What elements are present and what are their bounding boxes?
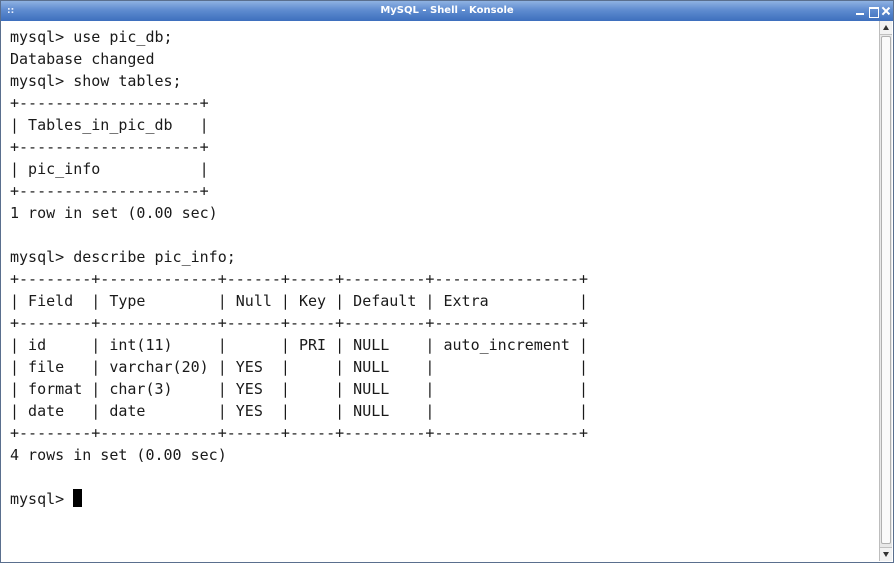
prompt-text: mysql> (10, 490, 74, 508)
close-icon[interactable] (881, 5, 891, 17)
minimize-icon[interactable] (855, 5, 865, 17)
scroll-up-arrow-icon[interactable] (880, 21, 892, 35)
vertical-scrollbar[interactable] (879, 21, 892, 561)
terminal-line: Database changed (10, 50, 155, 68)
terminal-line: mysql> show tables; (10, 72, 182, 90)
title-bar[interactable]: :: MySQL - Shell - Konsole (1, 1, 893, 21)
text-cursor (73, 489, 83, 507)
window-title: MySQL - Shell - Konsole (380, 5, 514, 16)
terminal-output[interactable]: mysql> use pic_db; Database changed mysql>… (2, 21, 879, 561)
terminal-line: | id | int(11) | | PRI | NULL | auto_inc… (10, 336, 588, 354)
terminal-line: mysql> describe pic_info; (10, 248, 236, 266)
terminal-line: | file | varchar(20) | YES | | NULL | | (10, 358, 588, 376)
terminal-line: +--------+-------------+------+-----+---… (10, 424, 588, 442)
terminal-line: +--------------------+ (10, 182, 209, 200)
maximize-icon[interactable] (868, 5, 879, 18)
terminal-line: | Field | Type | Null | Key | Default | … (10, 292, 588, 310)
window-menu-icon[interactable]: :: (7, 1, 14, 21)
window-controls (855, 3, 891, 19)
terminal-line: +--------+-------------+------+-----+---… (10, 270, 588, 288)
command-prompt-line[interactable]: mysql> (10, 488, 879, 510)
terminal-line: | date | date | YES | | NULL | | (10, 402, 588, 420)
konsole-window: :: MySQL - Shell - Konsole mysql> use pi… (0, 0, 894, 563)
scroll-down-arrow-icon[interactable] (880, 547, 892, 561)
terminal-line: mysql> use pic_db; (10, 28, 173, 46)
terminal-line: +--------+-------------+------+-----+---… (10, 314, 588, 332)
scrollbar-thumb[interactable] (881, 36, 891, 544)
terminal-line: 1 row in set (0.00 sec) (10, 204, 218, 222)
terminal-text: mysql> use pic_db; Database changed mysql>… (10, 26, 879, 510)
terminal-line: | Tables_in_pic_db | (10, 116, 209, 134)
terminal-line: +--------------------+ (10, 138, 209, 156)
terminal-line: | format | char(3) | YES | | NULL | | (10, 380, 588, 398)
terminal-line: 4 rows in set (0.00 sec) (10, 446, 227, 464)
terminal-line: | pic_info | (10, 160, 209, 178)
terminal-line: +--------------------+ (10, 94, 209, 112)
